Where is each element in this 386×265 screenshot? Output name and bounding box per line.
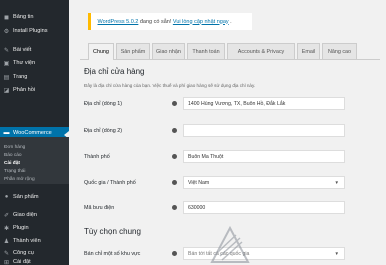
postcode-label: Mã bưu điện [84,205,115,211]
sidebar-item-label: Trang [13,74,28,80]
country-label: Quốc gia / Thành phố [84,180,136,186]
country-select-value: Việt Nam [188,179,210,186]
notice-period: . [230,18,232,25]
store-address-heading: Địa chỉ cửa hàng [84,67,145,76]
page-icon: ▤ [3,74,10,81]
media-icon: ▣ [3,60,10,67]
help-tip-icon[interactable] [172,128,177,133]
sidebar-item-label: Bài viết [13,47,32,53]
comment-icon: ◪ [3,87,10,94]
address-line2-input[interactable] [183,124,345,137]
sidebar-item-label: Bảng tin [13,14,34,20]
help-tip-icon[interactable] [172,154,177,159]
sidebar-item-plugins[interactable]: ✱ Plugin [0,222,69,234]
selling-locations-label: Bán chỉ một số khu vực [84,251,141,257]
sidebar-item-label: Install Plugins [13,28,48,34]
address-line1-label: Địa chỉ (dòng 1) [84,101,123,107]
tab-payments[interactable]: Thanh toán [187,43,225,59]
sidebar-item-pages[interactable]: ▤ Trang [0,71,69,83]
gear-icon: ⚙ [3,28,10,35]
submenu-item-orders[interactable]: Đơn hàng [4,145,25,150]
sidebar-item-settings[interactable]: ⊞ Cài đặt [0,256,69,265]
update-notice: WordPress 5.0.2 đang có sẵn! Vui lòng cậ… [88,13,252,30]
submenu-item-status[interactable]: Trạng thái [4,169,25,174]
submenu-item-extensions[interactable]: Phần mở rộng [4,177,35,182]
sidebar-item-dashboard[interactable]: ◼ Bảng tin [0,11,69,23]
sidebar-item-label: Plugin [13,225,29,231]
chevron-down-icon: ▼ [334,251,339,256]
city-label: Thành phố [84,154,110,160]
admin-sidebar: ◼ Bảng tin ⚙ Install Plugins ✎ Bài viết … [0,0,69,265]
store-address-description: Đây là địa chỉ cửa hàng của bạn. Việc th… [84,83,256,88]
pin-icon: ✎ [3,47,10,54]
sidebar-item-label: Sản phẩm [13,194,39,200]
help-tip-icon[interactable] [172,205,177,210]
sidebar-item-label: Thư viện [13,60,36,66]
tab-products[interactable]: Sản phẩm [116,43,150,59]
sidebar-item-label: Thành viên [13,238,41,244]
address-line2-label: Địa chỉ (dòng 2) [84,128,123,134]
tabs-divider [80,59,380,60]
sidebar-item-label: Phản hồi [13,87,36,93]
wordpress-version-link[interactable]: WordPress 5.0.2 [98,19,139,25]
sidebar-item-posts[interactable]: ✎ Bài viết [0,44,69,56]
city-input[interactable]: Buôn Ma Thuột [183,150,345,163]
appearance-icon: ✐ [3,212,10,219]
sidebar-item-comments[interactable]: ◪ Phản hồi [0,84,69,96]
selling-locations-select[interactable]: Bán tới tất cả các quốc gia ▼ [183,247,345,260]
general-options-heading: Tùy chọn chung [84,227,141,236]
update-now-link[interactable]: Vui lòng cập nhật ngay [173,19,229,25]
help-tip-icon[interactable] [172,180,177,185]
plugin-icon: ✱ [3,225,10,232]
help-tip-icon[interactable] [172,251,177,256]
tab-email[interactable]: Email [297,43,320,59]
postcode-input[interactable]: 630000 [183,201,345,214]
chevron-down-icon: ▼ [334,180,339,185]
sidebar-item-install-plugins[interactable]: ⚙ Install Plugins [0,25,69,37]
sidebar-item-label: WooCommerce [13,130,52,136]
submenu-item-settings[interactable]: Cài đặt [4,161,20,166]
help-tip-icon[interactable] [172,101,177,106]
sidebar-item-appearance[interactable]: ✐ Giao diện [0,209,69,221]
sidebar-item-label: Cài đặt [13,259,31,265]
settings-icon: ⊞ [3,259,10,265]
address-line1-input[interactable]: 1400 Hùng Vương, TX, Buôn Hồ, Đắk Lắk [183,97,345,110]
sidebar-item-label: Giao diện [13,212,37,218]
submenu-item-reports[interactable]: Báo cáo [4,153,22,158]
tab-general[interactable]: Chung [88,43,114,60]
tab-accounts-privacy[interactable]: Accounts & Privacy [227,43,295,59]
notice-text: đang có sẵn! [139,18,172,25]
product-icon: ● [4,194,9,200]
tab-advanced[interactable]: Nâng cao [322,43,357,59]
tab-shipping[interactable]: Giao nhận [152,43,185,59]
sidebar-item-products[interactable]: ● Sản phẩm [0,191,69,203]
woocommerce-icon: ▬ [3,130,10,136]
sidebar-item-users[interactable]: ♟ Thành viên [0,235,69,247]
country-select[interactable]: Việt Nam ▼ [183,176,345,189]
watermark-logo-icon [210,226,250,263]
dashboard-icon: ◼ [4,14,9,21]
users-icon: ♟ [3,238,10,245]
sidebar-item-media[interactable]: ▣ Thư viện [0,57,69,69]
